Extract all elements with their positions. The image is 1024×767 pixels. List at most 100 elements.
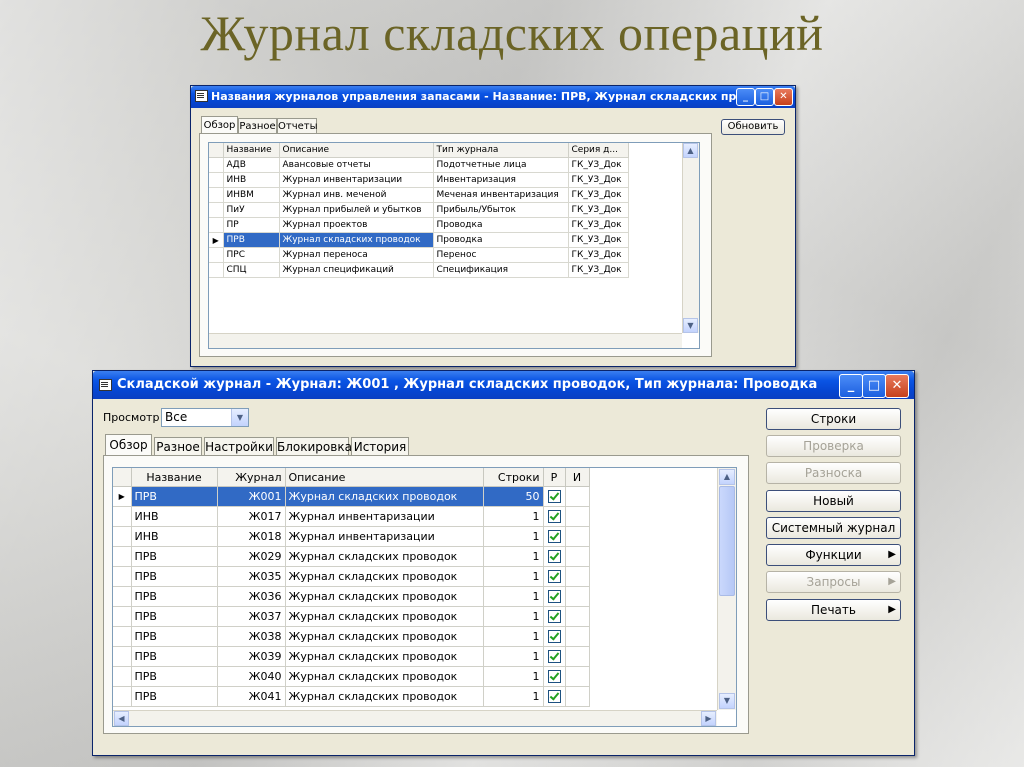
cell-type[interactable]: Меченая инвентаризация	[433, 187, 569, 203]
cell-type[interactable]: Спецификация	[433, 262, 569, 278]
checkbox-checked-icon[interactable]	[547, 670, 561, 684]
cell-i[interactable]	[565, 666, 590, 687]
table-row[interactable]: ПиУ Журнал прибылей и убытков Прибыль/Убыт…	[209, 202, 629, 218]
cell-journal[interactable]: Ж038	[217, 626, 286, 647]
cell-journal[interactable]: Ж035	[217, 566, 286, 587]
cell-name[interactable]: ПРВ	[131, 626, 218, 647]
cell-name[interactable]: АДВ	[223, 157, 280, 173]
cell-type[interactable]: Инвентаризация	[433, 172, 569, 188]
maximize-button[interactable]: □	[755, 88, 774, 106]
row-indicator[interactable]	[113, 666, 132, 687]
cell-journal[interactable]: Ж040	[217, 666, 286, 687]
row-pointer-icon[interactable]: ▶	[209, 232, 224, 248]
cell-type[interactable]: Подотчетные лица	[433, 157, 569, 173]
cell-i[interactable]	[565, 606, 590, 627]
cell-i[interactable]	[565, 506, 590, 527]
cell-posted[interactable]	[543, 606, 566, 627]
row-indicator[interactable]	[209, 217, 224, 233]
row-indicator[interactable]	[113, 606, 132, 627]
close-button[interactable]: ✕	[774, 88, 793, 106]
scroll-left-arrow-icon[interactable]: ◀	[114, 711, 129, 726]
table-row[interactable]: ▶ ПРВ Ж001 Журнал складских проводок 50	[113, 486, 590, 507]
cell-lines[interactable]: 1	[483, 666, 544, 687]
column-header-description[interactable]: Описание	[285, 468, 484, 487]
cell-journal[interactable]: Ж001	[217, 486, 286, 507]
cell-name[interactable]: ПРВ	[223, 232, 280, 248]
cell-lines[interactable]: 1	[483, 646, 544, 667]
table-row[interactable]: СПЦ Журнал спецификаций Спецификация ГК_УЗ_…	[209, 262, 629, 278]
cell-lines[interactable]: 1	[483, 546, 544, 567]
title-bar[interactable]: Складской журнал - Журнал: Ж001 , Журнал…	[93, 371, 914, 399]
cell-series[interactable]: ГК_УЗ_Док	[568, 187, 629, 203]
action-button-7[interactable]: Печать ▶	[766, 599, 901, 621]
refresh-button[interactable]: Обновить	[721, 119, 785, 135]
tab-misc[interactable]: Разное	[154, 437, 202, 456]
table-row[interactable]: ПР Журнал проектов Проводка ГК_УЗ_Док	[209, 217, 629, 233]
table-row[interactable]: ПРВ Ж040 Журнал складских проводок 1	[113, 666, 590, 687]
checkbox-checked-icon[interactable]	[547, 490, 561, 504]
view-select[interactable]: Все ▼	[161, 408, 249, 427]
cell-desc[interactable]: Журнал проектов	[279, 217, 434, 233]
scroll-down-arrow-icon[interactable]: ▼	[719, 693, 735, 709]
vertical-scrollbar[interactable]: ▲ ▼	[682, 143, 699, 333]
action-button-1[interactable]: Проверка	[766, 435, 901, 457]
cell-desc[interactable]: Журнал прибылей и убытков	[279, 202, 434, 218]
cell-journal[interactable]: Ж029	[217, 546, 286, 567]
row-indicator[interactable]	[113, 586, 132, 607]
cell-desc[interactable]: Журнал складских проводок	[285, 486, 484, 507]
row-indicator[interactable]	[113, 566, 132, 587]
cell-posted[interactable]	[543, 666, 566, 687]
maximize-button[interactable]: □	[862, 374, 886, 398]
row-indicator[interactable]	[209, 187, 224, 203]
cell-lines[interactable]: 1	[483, 526, 544, 547]
horizontal-scrollbar[interactable]	[209, 333, 682, 348]
cell-posted[interactable]	[543, 646, 566, 667]
tab-reports[interactable]: Отчеты	[277, 118, 317, 134]
cell-i[interactable]	[565, 566, 590, 587]
close-button[interactable]: ✕	[885, 374, 909, 398]
column-header-journal[interactable]: Журнал	[217, 468, 286, 487]
cell-name[interactable]: ИНВ	[223, 172, 280, 188]
cell-series[interactable]: ГК_УЗ_Док	[568, 217, 629, 233]
checkbox-checked-icon[interactable]	[547, 570, 561, 584]
cell-posted[interactable]	[543, 506, 566, 527]
cell-posted[interactable]	[543, 486, 566, 507]
chevron-down-icon[interactable]: ▼	[231, 409, 248, 426]
action-button-2[interactable]: Разноска	[766, 462, 901, 484]
cell-series[interactable]: ГК_УЗ_Док	[568, 172, 629, 188]
minimize-button[interactable]: _	[839, 374, 863, 398]
tab-history[interactable]: История	[351, 437, 409, 456]
cell-desc[interactable]: Журнал спецификаций	[279, 262, 434, 278]
table-row[interactable]: ИНВМ Журнал инв. меченой Меченая инвентари…	[209, 187, 629, 203]
cell-lines[interactable]: 50	[483, 486, 544, 507]
action-button-0[interactable]: Строки	[766, 408, 901, 430]
cell-type[interactable]: Проводка	[433, 232, 569, 248]
cell-posted[interactable]	[543, 546, 566, 567]
cell-journal[interactable]: Ж039	[217, 646, 286, 667]
cell-desc[interactable]: Журнал складских проводок	[279, 232, 434, 248]
cell-lines[interactable]: 1	[483, 626, 544, 647]
tab-lock[interactable]: Блокировка	[276, 437, 352, 456]
tab-misc[interactable]: Разное	[238, 118, 277, 134]
row-indicator[interactable]	[113, 646, 132, 667]
cell-i[interactable]	[565, 646, 590, 667]
table-row[interactable]: ПРВ Ж029 Журнал складских проводок 1	[113, 546, 590, 567]
column-header-posted[interactable]: Р	[543, 468, 566, 487]
column-header-description[interactable]: Описание	[279, 143, 434, 158]
row-indicator[interactable]	[113, 626, 132, 647]
tab-overview[interactable]: Обзор	[105, 434, 152, 456]
cell-series[interactable]: ГК_УЗ_Док	[568, 202, 629, 218]
row-indicator[interactable]	[113, 686, 132, 707]
action-button-3[interactable]: Новый	[766, 490, 901, 512]
table-row[interactable]: ▶ ПРВ Журнал складских проводок Проводка ГК_…	[209, 232, 629, 248]
cell-posted[interactable]	[543, 626, 566, 647]
cell-desc[interactable]: Журнал складских проводок	[285, 546, 484, 567]
cell-journal[interactable]: Ж017	[217, 506, 286, 527]
cell-name[interactable]: ПРВ	[131, 686, 218, 707]
row-indicator[interactable]	[209, 172, 224, 188]
cell-i[interactable]	[565, 526, 590, 547]
cell-name[interactable]: ПРВ	[131, 486, 218, 507]
cell-desc[interactable]: Журнал инвентаризации	[279, 172, 434, 188]
tab-settings[interactable]: Настройки	[204, 437, 274, 456]
action-button-4[interactable]: Системный журнал	[766, 517, 901, 539]
